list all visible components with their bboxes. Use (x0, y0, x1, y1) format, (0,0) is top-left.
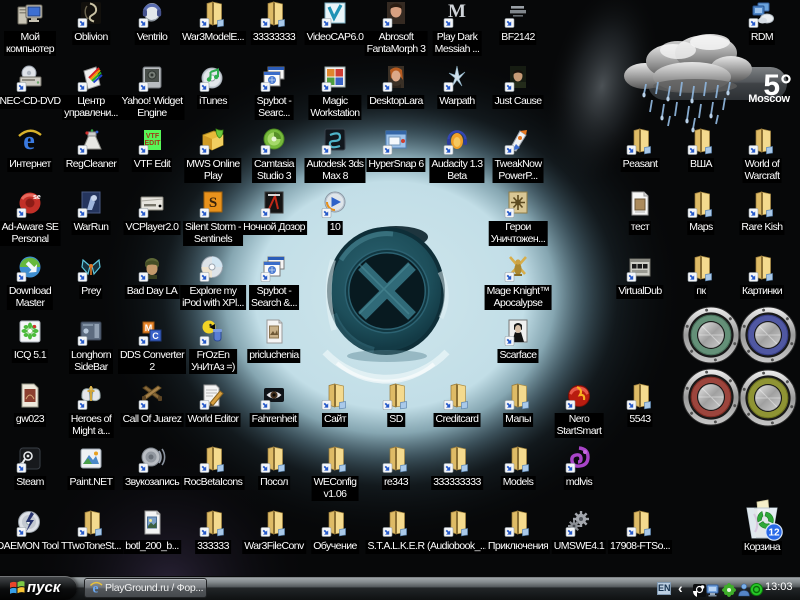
svg-text:Moscow: Moscow (748, 93, 790, 105)
svg-text:S: S (209, 195, 217, 211)
svg-text:se: se (33, 194, 41, 201)
svg-text:C: C (152, 331, 159, 341)
svg-text:12: 12 (768, 528, 780, 539)
svg-text:VTF: VTF (146, 133, 160, 140)
